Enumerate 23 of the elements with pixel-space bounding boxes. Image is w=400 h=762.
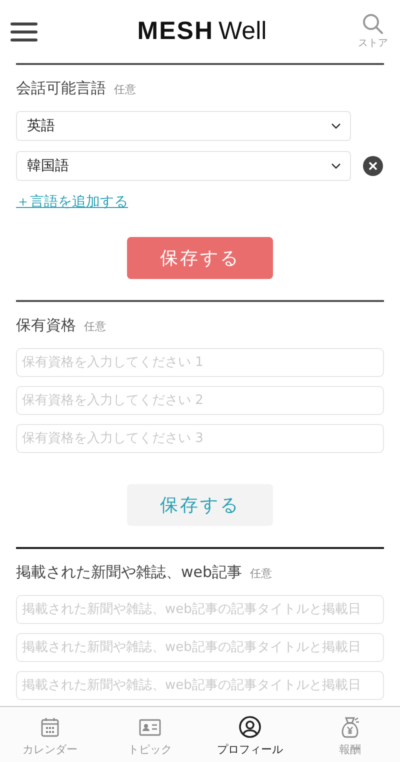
optional-label: 任意 — [250, 566, 272, 581]
save-button[interactable]: 保存する — [127, 484, 273, 526]
menu-icon[interactable] — [10, 20, 38, 42]
language-select[interactable]: 韓国語 — [16, 151, 351, 181]
store-label[interactable]: ストア — [358, 36, 388, 50]
nav-tab[interactable]: 報酬 — [339, 742, 361, 757]
nav-tab[interactable]: トピック — [128, 742, 172, 757]
nav-tab[interactable]: プロフィール — [217, 742, 283, 757]
section-title: 掲載された新聞や雑誌、web記事 — [16, 563, 242, 582]
optional-label: 任意 — [84, 319, 106, 334]
chevron-icon — [331, 163, 341, 169]
save-button[interactable]: 保存する — [127, 237, 273, 279]
section-title: 保有資格 — [16, 316, 76, 335]
search-icon[interactable] — [362, 13, 384, 35]
remove-icon[interactable] — [363, 156, 383, 176]
chevron-icon — [331, 123, 341, 129]
profile-icon[interactable] — [238, 715, 262, 739]
logo: MESH Well — [137, 17, 267, 46]
optional-label: 任意 — [114, 82, 136, 97]
nav-tab[interactable]: カレンダー — [22, 742, 78, 757]
add-language-link[interactable]: ＋言語を追加する — [16, 193, 128, 211]
section-title: 会話可能言語 — [16, 79, 106, 98]
language-select[interactable]: 英語 — [16, 111, 351, 141]
